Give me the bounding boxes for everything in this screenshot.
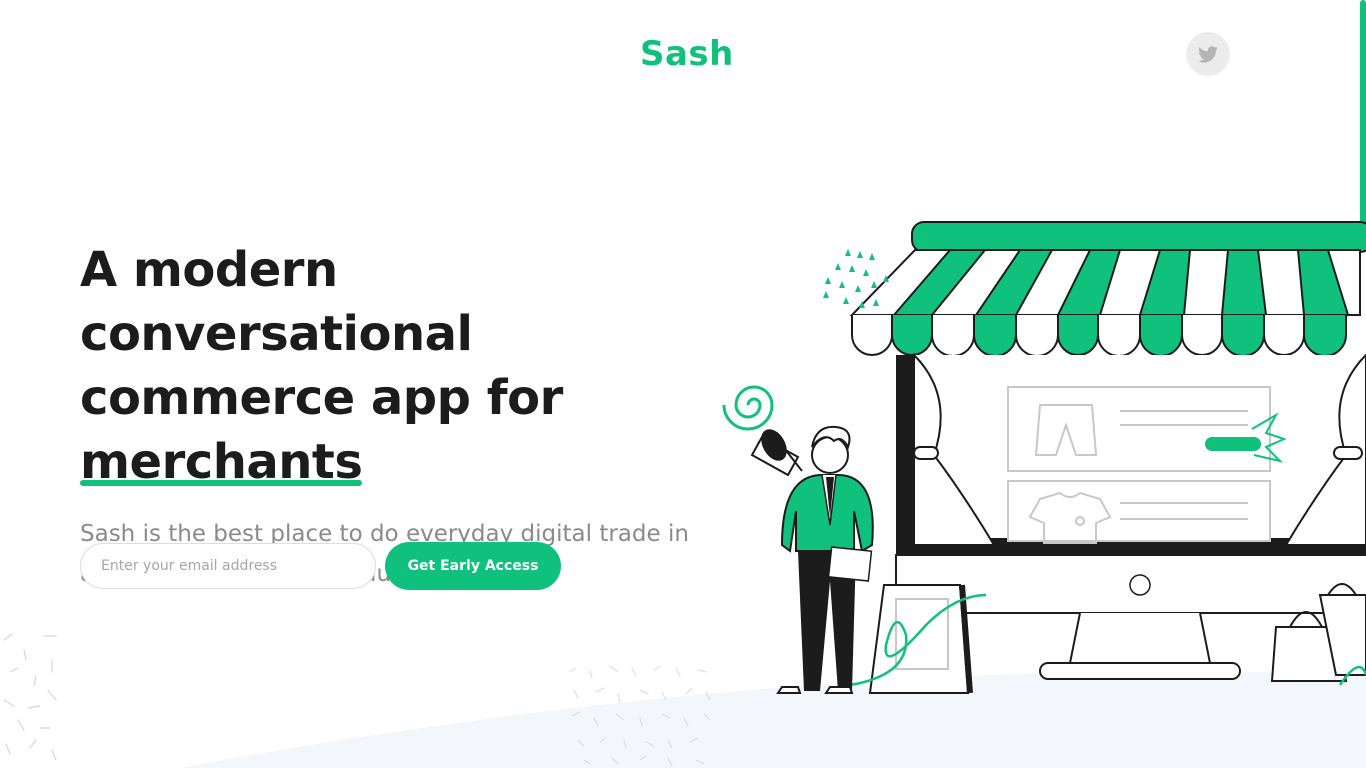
brand-logo[interactable]: Sash [640, 34, 734, 74]
headline-line-2: commerce app for [80, 370, 563, 426]
headline-line-1: A modern conversational [80, 242, 473, 362]
email-input[interactable] [80, 543, 376, 589]
awning-stripes [849, 249, 1361, 316]
left-texture-dashes [3, 633, 57, 761]
hero-headline: A modern conversational commerce app for… [80, 238, 720, 494]
awning-scallops [851, 315, 1347, 357]
hero-section: A modern conversational commerce app for… [80, 238, 720, 594]
megaphone-icon [750, 429, 803, 477]
twitter-icon [1198, 45, 1218, 63]
scroll-indicator[interactable] [1360, 0, 1366, 244]
signup-form: Get Early Access [80, 542, 561, 590]
twitter-button[interactable] [1186, 32, 1230, 76]
headline-highlight: merchants [80, 430, 363, 494]
get-early-access-button[interactable]: Get Early Access [385, 542, 561, 590]
shop-illustration [722, 221, 1366, 694]
